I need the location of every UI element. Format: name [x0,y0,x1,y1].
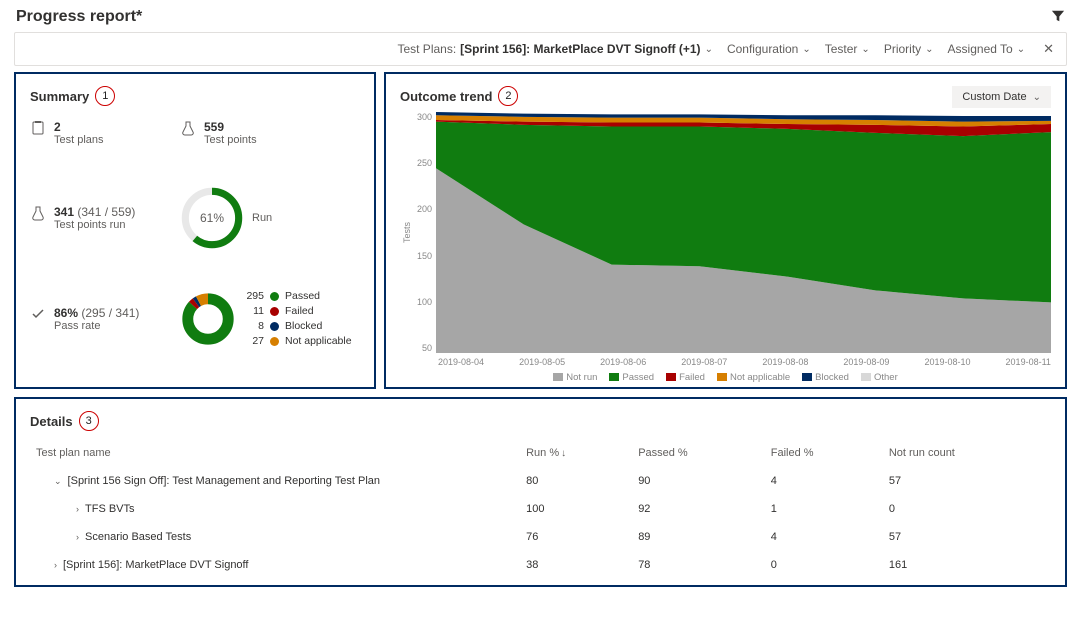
swatch-blocked [270,322,279,331]
cell-failed: 1 [765,495,883,523]
details-title: Details [30,414,73,429]
col-notrun[interactable]: Not run count [883,439,1051,467]
trend-plot [436,112,1051,353]
chevron-down-icon[interactable]: ⌄ [54,476,62,487]
cell-passed: 90 [632,467,765,495]
col-passed[interactable]: Passed % [632,439,765,467]
trend-yaxis: 300 250 200 150 100 50 [412,112,436,353]
details-table: Test plan name Run %↓ Passed % Failed % … [30,439,1051,579]
chevron-right-icon[interactable]: › [54,560,57,570]
metric-test-plans: 2 Test plans [30,114,180,152]
outcome-donut: 295Passed 11Failed 8Blocked 27Not applic… [180,284,360,353]
run-percent-label: Run [252,212,272,224]
callout-3: 3 [79,411,99,431]
cell-notrun: 0 [883,495,1051,523]
cell-notrun: 161 [883,551,1051,579]
trend-title: Outcome trend [400,89,492,104]
swatch-passed [270,292,279,301]
clipboard-icon [30,120,46,136]
table-header-row: Test plan name Run %↓ Passed % Failed % … [30,439,1051,467]
trend-ylabel: Tests [400,112,412,353]
filter-icon[interactable] [1051,9,1065,26]
cell-notrun: 57 [883,523,1051,551]
table-row[interactable]: › Scenario Based Tests 7689457 [30,523,1051,551]
row-name: [Sprint 156]: MarketPlace DVT Signoff [63,559,248,571]
metric-pass-rate: 86% (295 / 341) Pass rate [30,300,180,338]
trend-xaxis: 2019-08-04 2019-08-05 2019-08-06 2019-08… [438,357,1051,367]
custom-date-button[interactable]: Custom Date ⌄ [952,86,1051,108]
callout-1: 1 [95,86,115,106]
cell-run: 100 [520,495,632,523]
filter-bar: Test Plans: [Sprint 156]: MarketPlace DV… [14,32,1067,66]
cell-failed: 4 [765,523,883,551]
swatch-na [717,373,727,381]
table-row[interactable]: › TFS BVTs 1009210 [30,495,1051,523]
page-title: Progress report* [16,8,142,26]
run-donut: 61% Run [180,180,360,256]
swatch-notrun [553,373,563,381]
filter-priority[interactable]: Priority⌄ [884,42,934,56]
chevron-right-icon[interactable]: › [76,532,79,542]
sort-down-icon: ↓ [559,448,566,459]
col-failed[interactable]: Failed % [765,439,883,467]
cell-run: 80 [520,467,632,495]
summary-card: Summary 1 2 Test plans 559 Test points [14,72,376,389]
row-name: TFS BVTs [85,503,135,515]
swatch-other [861,373,871,381]
metric-test-points: 559 Test points [180,114,360,152]
trend-legend: Not run Passed Failed Not applicable Blo… [386,372,1065,383]
summary-title: Summary [30,89,89,104]
cell-run: 38 [520,551,632,579]
beaker-icon [180,120,196,136]
chevron-right-icon[interactable]: › [76,504,79,514]
row-name: [Sprint 156 Sign Off]: Test Management a… [68,475,380,487]
swatch-blocked [802,373,812,381]
trend-card: Outcome trend 2 Custom Date ⌄ Tests 300 … [384,72,1067,389]
run-percent: 61% [180,186,244,250]
filter-configuration[interactable]: Configuration⌄ [727,42,811,56]
cell-failed: 4 [765,467,883,495]
filter-tester[interactable]: Tester⌄ [825,42,870,56]
col-name[interactable]: Test plan name [30,439,520,467]
filter-test-plans[interactable]: Test Plans: [Sprint 156]: MarketPlace DV… [397,42,712,56]
chevron-down-icon: ⌄ [861,44,869,55]
details-card: Details 3 Test plan name Run %↓ Passed %… [14,397,1067,587]
outcome-legend: 295Passed 11Failed 8Blocked 27Not applic… [244,290,352,347]
close-icon[interactable]: ✕ [1039,41,1054,57]
table-row[interactable]: › [Sprint 156]: MarketPlace DVT Signoff 38… [30,551,1051,579]
row-name: Scenario Based Tests [85,531,191,543]
col-run[interactable]: Run %↓ [520,439,632,467]
swatch-failed [270,307,279,316]
chevron-down-icon: ⌄ [802,44,810,55]
filter-test-plans-value: [Sprint 156]: MarketPlace DVT Signoff (+… [460,42,700,56]
metric-test-points-run: 341 (341 / 559) Test points run [30,199,180,237]
swatch-passed [609,373,619,381]
chevron-down-icon: ⌄ [925,44,933,55]
cell-run: 76 [520,523,632,551]
cell-failed: 0 [765,551,883,579]
filter-test-plans-label: Test Plans: [397,42,456,56]
swatch-failed [666,373,676,381]
cell-passed: 78 [632,551,765,579]
callout-2: 2 [498,86,518,106]
cell-passed: 92 [632,495,765,523]
beaker-icon [30,205,46,221]
cell-passed: 89 [632,523,765,551]
chevron-down-icon: ⌄ [705,44,713,55]
chevron-down-icon: ⌄ [1033,92,1041,103]
filter-assigned-to[interactable]: Assigned To⌄ [948,42,1026,56]
swatch-na [270,337,279,346]
check-icon [30,306,46,322]
table-row[interactable]: ⌄ [Sprint 156 Sign Off]: Test Management … [30,467,1051,495]
chevron-down-icon: ⌄ [1017,44,1025,55]
cell-notrun: 57 [883,467,1051,495]
